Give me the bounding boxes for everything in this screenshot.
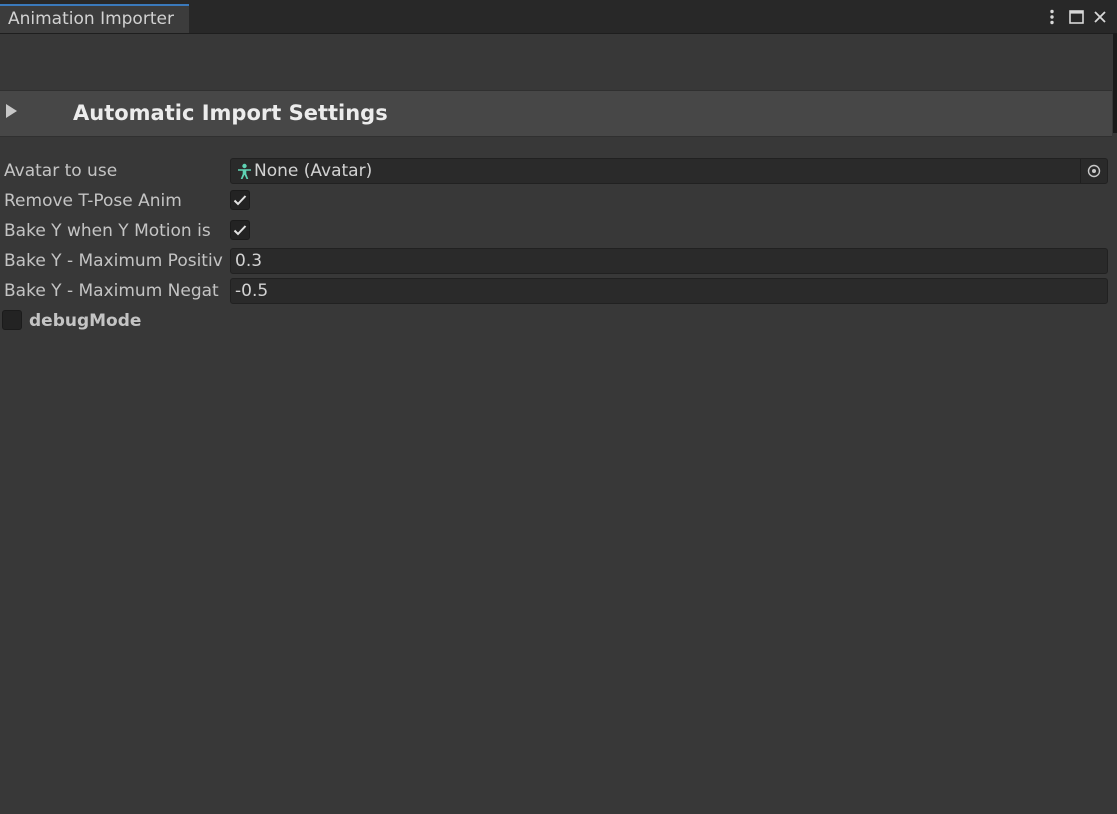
bake-y-max-negative-label: Bake Y - Maximum Negat — [4, 281, 219, 301]
kebab-menu-icon[interactable] — [1043, 6, 1061, 28]
bake-y-max-negative-row: Bake Y - Maximum Negat -0.5 — [0, 278, 1112, 304]
remove-tpose-row: Remove T-Pose Anim — [0, 188, 1112, 214]
animation-importer-window: Animation Importer Automatic Import Sett… — [0, 0, 1117, 814]
tab-bar: Animation Importer — [0, 0, 1117, 34]
tab-animation-importer[interactable]: Animation Importer — [0, 4, 189, 33]
avatar-humanoid-icon — [236, 163, 253, 180]
bake-y-max-positive-row: Bake Y - Maximum Positiv 0.3 — [0, 248, 1112, 274]
bake-y-row: Bake Y when Y Motion is — [0, 218, 1112, 244]
avatar-object-field[interactable]: None (Avatar) — [230, 158, 1108, 184]
close-icon[interactable] — [1091, 6, 1109, 28]
remove-tpose-checkbox[interactable] — [230, 190, 250, 210]
bake-y-label: Bake Y when Y Motion is — [4, 221, 211, 241]
maximize-icon[interactable] — [1067, 6, 1085, 28]
checkmark-icon — [233, 195, 247, 206]
window-controls — [1043, 5, 1109, 29]
avatar-value: None (Avatar) — [254, 161, 373, 181]
debug-mode-row: debugMode — [0, 309, 300, 335]
bake-y-max-positive-field[interactable]: 0.3 — [230, 248, 1108, 274]
debug-mode-label: debugMode — [29, 311, 142, 331]
scrollbar-edge — [1113, 33, 1117, 133]
bake-y-max-positive-label: Bake Y - Maximum Positiv — [4, 251, 223, 271]
debug-mode-checkbox[interactable] — [2, 310, 22, 330]
remove-tpose-label: Remove T-Pose Anim — [4, 191, 182, 211]
avatar-row: Avatar to use None (Avatar) — [0, 158, 1112, 184]
object-picker-icon[interactable] — [1080, 159, 1107, 183]
triangle-right-icon[interactable] — [6, 104, 17, 118]
bake-y-checkbox[interactable] — [230, 220, 250, 240]
avatar-label: Avatar to use — [4, 161, 118, 181]
automatic-import-settings-foldout[interactable]: Automatic Import Settings — [0, 90, 1112, 137]
bake-y-max-negative-field[interactable]: -0.5 — [230, 278, 1108, 304]
foldout-title: Automatic Import Settings — [73, 101, 388, 125]
checkmark-icon — [233, 225, 247, 236]
